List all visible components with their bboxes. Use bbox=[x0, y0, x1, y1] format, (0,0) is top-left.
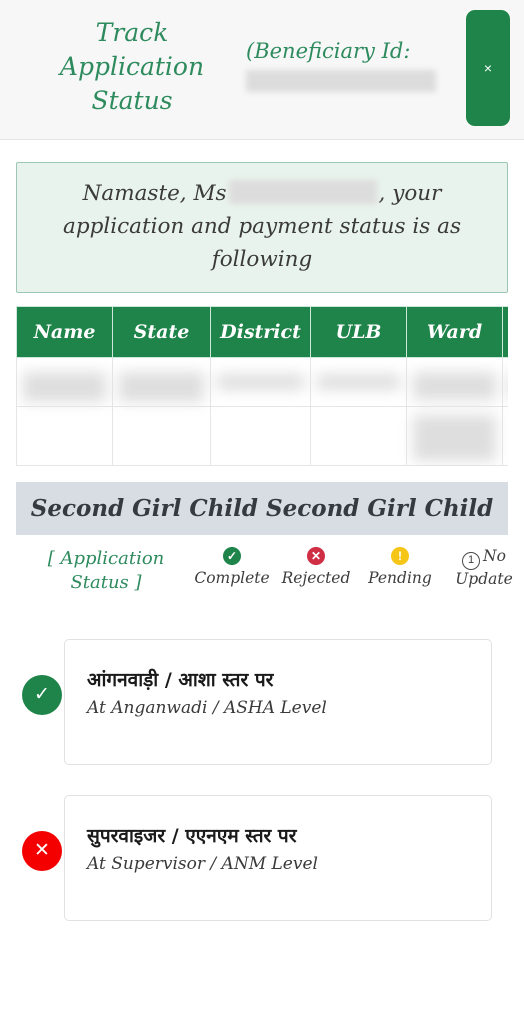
table-cell-ward bbox=[406, 406, 503, 466]
column-header-state: State bbox=[112, 306, 211, 358]
table-cell-name bbox=[16, 406, 113, 466]
column-header-overflow bbox=[502, 306, 508, 358]
application-table: Name State District ULB Ward bbox=[16, 306, 508, 466]
table-cell-state bbox=[112, 357, 211, 407]
legend-item-complete: ✓ Complete bbox=[190, 547, 274, 588]
page-title-line-3: Status bbox=[91, 86, 173, 115]
beneficiary-name-redacted bbox=[228, 180, 377, 204]
legend-item-pending: ! Pending bbox=[358, 547, 442, 588]
legend-items: ✓ Complete ✕ Rejected ! Pending 1 No Upda… bbox=[190, 547, 524, 589]
exclamation-circle-icon: ! bbox=[391, 547, 409, 565]
status-step-supervisor[interactable]: ✕ सुपरवाइजर / एएनएम स्तर पर At Superviso… bbox=[16, 795, 508, 929]
status-title-english: At Supervisor / ANM Level bbox=[87, 854, 318, 874]
beneficiary-id-label: (Beneficiary Id: bbox=[246, 39, 411, 63]
table-cell-district bbox=[210, 406, 311, 466]
legend-item-rejected: ✕ Rejected bbox=[274, 547, 358, 588]
status-step-list: ✓ आंगनवाड़ी / आशा स्तर पर At Anganwadi /… bbox=[16, 639, 508, 929]
page-title: Track Application Status bbox=[44, 16, 220, 118]
status-card[interactable]: सुपरवाइजर / एएनएम स्तर पर At Supervisor … bbox=[64, 795, 492, 921]
application-status-legend: [ Application Status ] ✓ Complete ✕ Reje… bbox=[16, 535, 513, 595]
section-title-second-girl-child: Second Girl Child Second Girl Child bbox=[16, 482, 508, 535]
legend-item-no-update-label-line-2: Update bbox=[455, 570, 513, 588]
check-icon: ✓ bbox=[22, 675, 62, 715]
status-step-anganwadi[interactable]: ✓ आंगनवाड़ी / आशा स्तर पर At Anganwadi /… bbox=[16, 639, 508, 773]
x-icon: ✕ bbox=[22, 831, 62, 871]
column-header-ward: Ward bbox=[406, 306, 503, 358]
table-cell-ulb bbox=[310, 357, 407, 407]
table-cell-name bbox=[16, 357, 113, 407]
status-title-english: At Anganwadi / ASHA Level bbox=[87, 698, 327, 718]
legend-item-pending-label: Pending bbox=[368, 569, 432, 587]
table-cell-overflow bbox=[502, 357, 508, 407]
table-cell-district bbox=[210, 357, 311, 407]
content-area: Namaste, Ms, your application and paymen… bbox=[0, 162, 524, 929]
legend-item-rejected-label: Rejected bbox=[281, 569, 351, 587]
status-title-hindi: आंगनवाड़ी / आशा स्तर पर bbox=[87, 669, 274, 691]
legend-label: [ Application Status ] bbox=[22, 547, 190, 595]
legend-label-line-1: [ Application bbox=[47, 548, 165, 569]
greeting-banner: Namaste, Ms, your application and paymen… bbox=[16, 162, 508, 293]
column-header-district: District bbox=[210, 306, 311, 358]
table-row bbox=[16, 357, 508, 407]
table-cell-state bbox=[112, 406, 211, 466]
legend-label-line-2: Status ] bbox=[70, 572, 142, 593]
table-cell-overflow bbox=[502, 406, 508, 466]
modal-header: Track Application Status (Beneficiary Id… bbox=[0, 0, 524, 140]
x-circle-icon: ✕ bbox=[307, 547, 325, 565]
table-cell-ward bbox=[406, 357, 503, 407]
table-cell-ulb bbox=[310, 406, 407, 466]
application-table-scroll[interactable]: Name State District ULB Ward bbox=[16, 306, 508, 466]
column-header-ulb: ULB bbox=[310, 306, 407, 358]
check-circle-icon: ✓ bbox=[223, 547, 241, 565]
column-header-name: Name bbox=[16, 306, 113, 358]
table-row bbox=[16, 406, 508, 466]
status-card[interactable]: आंगनवाड़ी / आशा स्तर पर At Anganwadi / A… bbox=[64, 639, 492, 765]
table-header-row: Name State District ULB Ward bbox=[16, 306, 508, 358]
legend-item-complete-label: Complete bbox=[194, 569, 270, 587]
beneficiary-id-value-redacted bbox=[246, 70, 436, 92]
page-title-line-1: Track bbox=[95, 18, 169, 47]
legend-item-no-update-label-line-1: No bbox=[483, 547, 506, 565]
greeting-prefix: Namaste, Ms bbox=[82, 181, 227, 206]
number-one-circle-icon: 1 bbox=[462, 552, 481, 570]
legend-item-no-update: 1 No Update bbox=[442, 547, 524, 589]
close-button[interactable]: × bbox=[466, 10, 510, 126]
status-title-hindi: सुपरवाइजर / एएनएम स्तर पर bbox=[87, 825, 297, 847]
page-title-line-2: Application bbox=[59, 52, 205, 81]
